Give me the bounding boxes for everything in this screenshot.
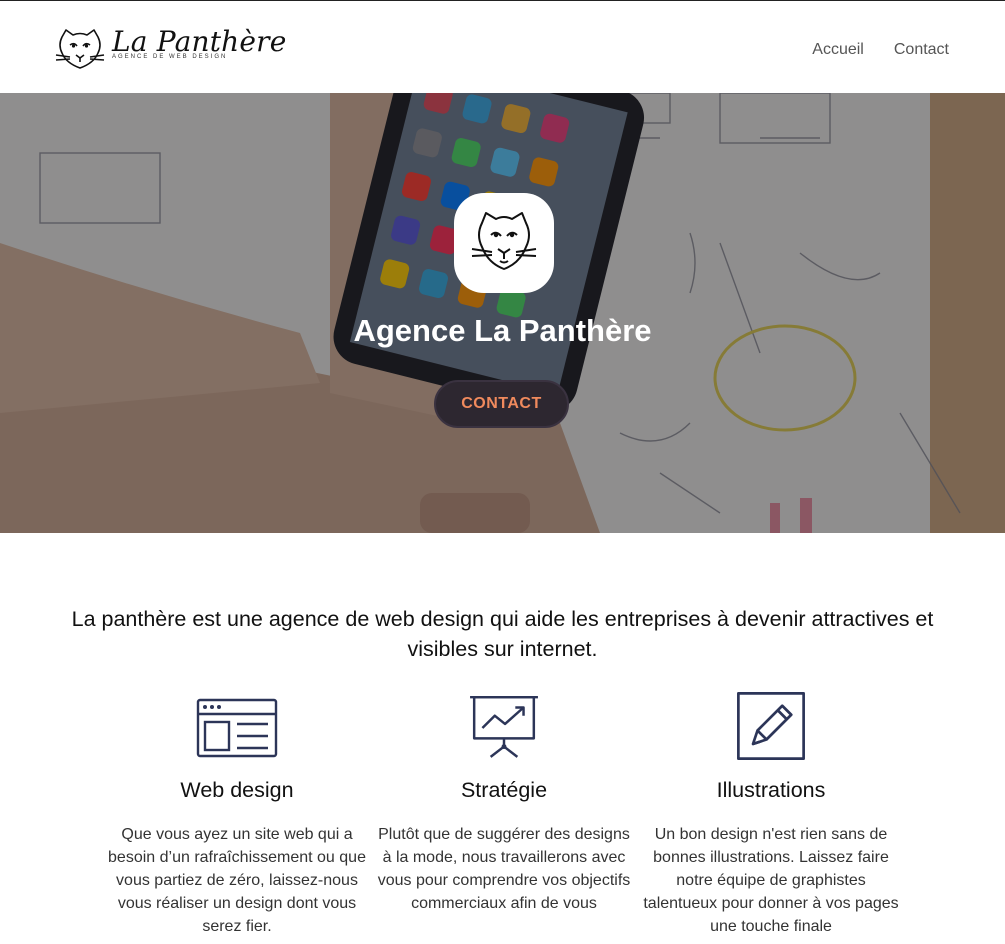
feature-text: Un bon design n'est rien sans de bonnes … xyxy=(643,826,899,935)
site-logo[interactable]: La Panthère AGENCE DE WEB DESIGN xyxy=(54,25,286,71)
nav-link-contact[interactable]: Contact xyxy=(894,41,949,59)
site-header: La Panthère AGENCE DE WEB DESIGN Accueil… xyxy=(0,1,1005,93)
intro-text: La panthère est une agence de web design… xyxy=(71,607,934,661)
panther-head-icon xyxy=(55,29,105,69)
hero-section: Agence La Panthère CONTACT xyxy=(0,93,1005,533)
feature-title: Web design xyxy=(180,778,294,802)
feature-title: Stratégie xyxy=(460,778,548,802)
presentation-chart-icon xyxy=(470,695,538,758)
edit-pencil-icon xyxy=(737,692,805,760)
nav-link-accueil[interactable]: Accueil xyxy=(812,41,864,59)
features-section: Web design Que vous ayez un site web qui… xyxy=(0,690,1005,944)
main-nav: Accueil Contact xyxy=(812,41,949,59)
feature-web-design: Web design Que vous ayez un site web qui… xyxy=(107,690,367,938)
brand-tagline: AGENCE DE WEB DESIGN xyxy=(112,54,228,60)
feature-illustrations: Illustrations Un bon design n'est rien s… xyxy=(641,690,901,938)
browser-window-icon xyxy=(196,698,278,758)
feature-text: Que vous ayez un site web qui a besoin d… xyxy=(108,826,366,935)
feature-strategie: Stratégie Plutôt que de suggérer des des… xyxy=(374,690,634,915)
panther-head-icon xyxy=(471,212,537,270)
hero-title: Agence La Panthère xyxy=(353,313,652,348)
feature-text: Plutôt que de suggérer des designs à la … xyxy=(377,826,631,912)
hero-contact-button[interactable]: CONTACT xyxy=(434,380,569,428)
feature-title: Illustrations xyxy=(716,778,826,802)
hero-logo-badge xyxy=(454,193,554,293)
